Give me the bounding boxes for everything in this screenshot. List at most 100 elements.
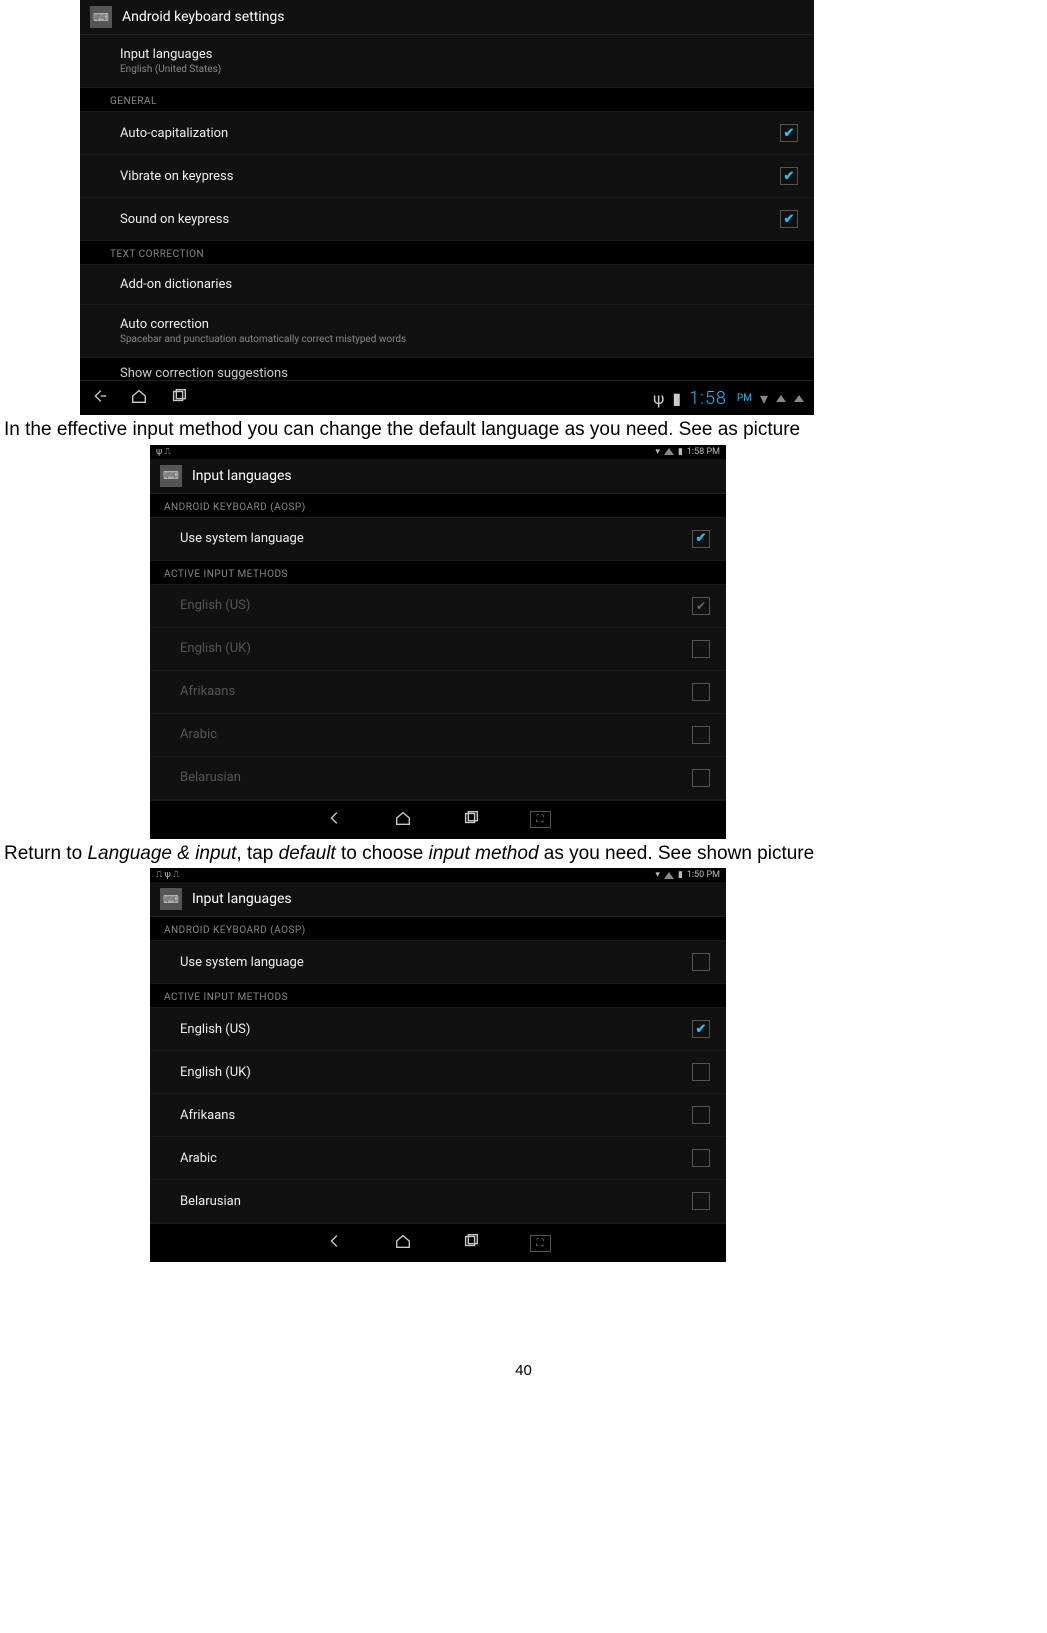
row-lang-arabic[interactable]: Arabic [150,1137,726,1180]
lang-checkbox[interactable] [692,726,710,744]
system-navbar: ⛶ [150,1223,726,1262]
body-text-2: Return to Language & input, tap default … [0,839,1047,869]
document-page: ⌨ Android keyboard settings Input langua… [0,0,1047,1439]
t2-default: default [279,843,336,864]
sound-label: Sound on keypress [120,212,229,227]
back-icon[interactable] [326,809,344,831]
vibrate-label: Vibrate on keypress [120,169,233,184]
clock-pm: PM [737,393,752,404]
lang-checkbox[interactable] [692,597,710,615]
wifi-icon: ▾ [760,389,768,408]
screenshot-input-languages: ⎍ ψ ⎍ ▾▮1:50 PM ⌨ Input languages ANDROI… [150,868,726,1262]
screenshot-icon[interactable]: ⛶ [530,1235,551,1252]
row-auto-correction[interactable]: Auto correction Spacebar and punctuation… [80,305,814,358]
signal-icon [776,395,786,402]
use-sys-label: Use system language [180,955,304,970]
t2-input-method: input method [429,843,539,864]
system-navbar: ⛶ [150,800,726,839]
section-text-correction: TEXT CORRECTION [80,241,814,265]
signal-icon [664,872,674,879]
row-lang-en-uk[interactable]: English (UK) [150,628,726,671]
signal-icon [664,448,674,455]
section-active-methods: ACTIVE INPUT METHODS [150,984,726,1008]
row-auto-capitalization[interactable]: Auto-capitalization [80,112,814,155]
t2c: to choose [336,843,429,864]
autocorr-label: Auto correction [120,317,406,332]
row-use-system-lang[interactable]: Use system language [150,518,726,561]
recents-icon[interactable] [462,809,480,831]
row-use-system-lang[interactable]: Use system language [150,941,726,984]
keyboard-icon: ⌨ [160,888,182,910]
page-number: 40 [0,1362,1047,1379]
t2b: , tap [236,843,278,864]
row-input-languages[interactable]: Input languages English (United States) [80,35,814,88]
wifi-icon: ▾ [655,447,660,457]
auto-cap-checkbox[interactable] [780,124,798,142]
row-lang-belarusian[interactable]: Belarusian [150,1180,726,1223]
lang-checkbox[interactable] [692,640,710,658]
screenshot-keyboard-settings: ⌨ Android keyboard settings Input langua… [80,0,814,415]
row-lang-en-us[interactable]: English (US) [150,1008,726,1051]
lang-checkbox[interactable] [692,1106,710,1124]
addon-label: Add-on dictionaries [120,277,232,292]
row-lang-afrikaans[interactable]: Afrikaans [150,1094,726,1137]
screenshot-input-languages-dim: ψ ⎍ ▾▮1:58 PM ⌨ Input languages ANDROID … [150,445,726,839]
lang-checkbox[interactable] [692,769,710,787]
use-sys-checkbox[interactable] [692,530,710,548]
recents-icon[interactable] [170,387,188,409]
titlebar: ⌨ Input languages [150,882,726,917]
lang-label: Afrikaans [180,1108,235,1123]
row-lang-en-us[interactable]: English (US) [150,585,726,628]
clock: 1:50 PM [687,870,720,880]
use-sys-label: Use system language [180,531,304,546]
row-vibrate[interactable]: Vibrate on keypress [80,155,814,198]
auto-cap-label: Auto-capitalization [120,126,228,141]
sound-checkbox[interactable] [780,210,798,228]
titlebar: ⌨ Input languages [150,459,726,494]
back-icon[interactable] [326,1232,344,1254]
recents-icon[interactable] [462,1232,480,1254]
titlebar: ⌨ Android keyboard settings [80,0,814,35]
row-lang-en-uk[interactable]: English (UK) [150,1051,726,1094]
status-bar: ψ ⎍ ▾▮1:58 PM [150,445,726,459]
row-addon-dict[interactable]: Add-on dictionaries [80,265,814,305]
home-icon[interactable] [394,1232,412,1254]
keyboard-icon: ⌨ [160,465,182,487]
back-icon[interactable] [90,387,108,409]
lang-checkbox[interactable] [692,1192,710,1210]
lang-label: Arabic [180,1151,217,1166]
row-lang-belarusian[interactable]: Belarusian [150,757,726,800]
t2-lang-input: Language & input [87,843,236,864]
row-sound[interactable]: Sound on keypress [80,198,814,241]
use-sys-checkbox[interactable] [692,953,710,971]
row-lang-afrikaans[interactable]: Afrikaans [150,671,726,714]
home-icon[interactable] [130,387,148,409]
body-text-1: In the effective input method you can ch… [0,415,1047,445]
lang-label: Belarusian [180,1194,241,1209]
lang-label: Afrikaans [180,684,235,699]
lang-label: English (US) [180,598,250,613]
lang-label: English (UK) [180,1065,251,1080]
lang-checkbox[interactable] [692,1020,710,1038]
lang-label: English (UK) [180,641,251,656]
lang-checkbox[interactable] [692,683,710,701]
home-icon[interactable] [394,809,412,831]
clock-time: 1:58 [689,388,727,409]
screen-title: Input languages [192,891,292,907]
input-languages-sub: English (United States) [120,64,221,75]
status-bar: ⎍ ψ ⎍ ▾▮1:50 PM [150,868,726,882]
t2d: as you need. See shown picture [539,843,815,864]
vibrate-checkbox[interactable] [780,167,798,185]
input-languages-label: Input languages [120,47,221,62]
lang-checkbox[interactable] [692,1149,710,1167]
battery-icon: ▮ [672,389,681,408]
lang-checkbox[interactable] [692,1063,710,1081]
system-navbar: ψ ▮ 1:58PM ▾ [80,380,814,415]
lang-label: Arabic [180,727,217,742]
signal-icon-2 [794,395,804,402]
row-show-suggestions-cut: Show correction suggestions [80,358,814,380]
row-lang-arabic[interactable]: Arabic [150,714,726,757]
section-active-methods: ACTIVE INPUT METHODS [150,561,726,585]
wifi-icon: ▾ [655,870,660,880]
screenshot-icon[interactable]: ⛶ [530,811,551,828]
